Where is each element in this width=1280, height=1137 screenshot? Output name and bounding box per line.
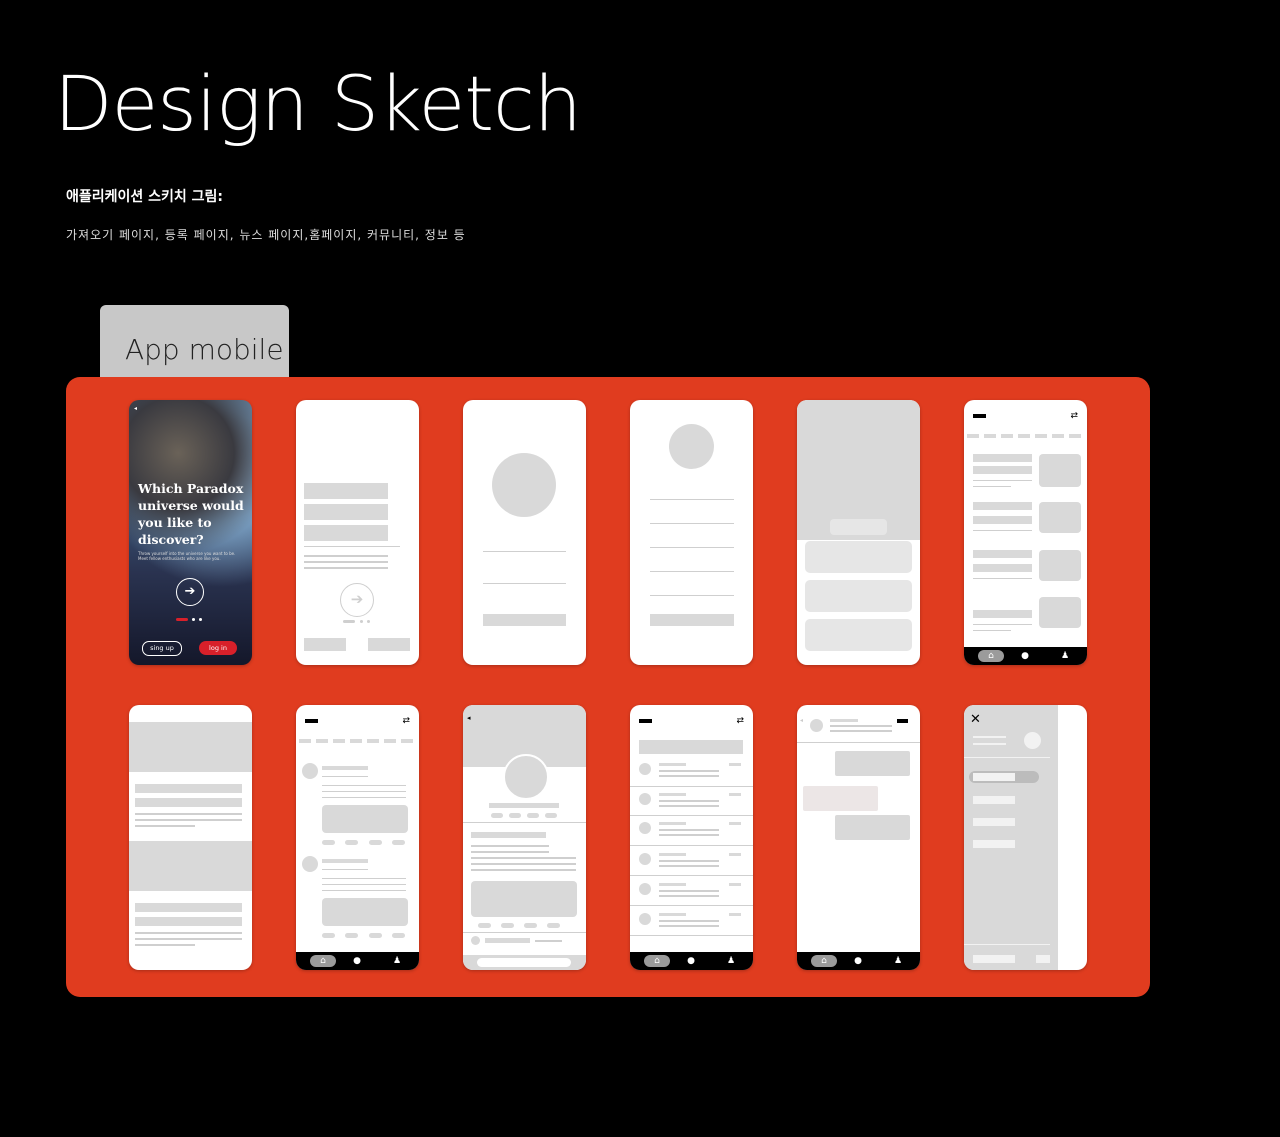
hero-body: Throw yourself into the universe you wan…	[138, 551, 236, 561]
search-input[interactable]	[639, 740, 743, 754]
menu-footer-item[interactable]	[1036, 955, 1050, 963]
phone-cards	[797, 400, 920, 665]
phone-profile-form	[630, 400, 753, 665]
chat-icon[interactable]: ●	[1020, 651, 1030, 661]
card[interactable]	[805, 541, 912, 573]
arrow-right-icon[interactable]: ➔	[340, 583, 374, 617]
chat-bubble-sent	[835, 815, 910, 840]
card[interactable]	[805, 580, 912, 612]
bottom-nav: ⌂ ● ♟	[296, 952, 419, 970]
hero-title: Which Paradox universe would you like to…	[138, 481, 244, 547]
filter-icon[interactable]: ⇄	[402, 716, 410, 726]
back-arrow-icon[interactable]: ◂	[800, 717, 803, 724]
avatar	[302, 856, 318, 872]
phone-article: ◂	[129, 705, 252, 970]
people-icon[interactable]: ♟	[726, 956, 736, 966]
phone-community: ⇄ ⌂ ● ♟	[296, 705, 419, 970]
back-arrow-icon[interactable]: ◂	[134, 405, 137, 412]
logo-placeholder	[305, 719, 318, 723]
button-placeholder[interactable]	[483, 614, 566, 626]
home-icon: ⌂	[988, 651, 994, 661]
people-icon[interactable]: ♟	[1060, 651, 1070, 661]
header-image	[129, 722, 252, 772]
logo-placeholder	[639, 719, 652, 723]
avatar	[1024, 732, 1041, 749]
input-field[interactable]	[304, 483, 388, 499]
avatar	[302, 763, 318, 779]
menu-item[interactable]	[973, 796, 1015, 804]
post-image[interactable]	[322, 805, 408, 833]
post-image[interactable]	[322, 898, 408, 926]
thumbnail[interactable]	[1039, 597, 1081, 628]
logo-placeholder	[973, 414, 986, 418]
phone-list: ⇄ ⌂ ● ♟	[630, 705, 753, 970]
people-icon[interactable]: ♟	[392, 956, 402, 966]
chat-bubble-received	[803, 786, 878, 811]
home-icon: ⌂	[654, 956, 660, 966]
tab-app-mobile[interactable]: App mobile	[100, 305, 289, 383]
avatar	[669, 424, 714, 469]
thumbnail[interactable]	[1039, 502, 1081, 533]
chat-icon[interactable]: ●	[686, 956, 696, 966]
section-description: 가져오기 페이지, 등록 페이지, 뉴스 페이지,홈페이지, 커뮤니티, 정보 …	[66, 228, 466, 242]
sketch-board: ◂ Which Paradox universe would you like …	[66, 377, 1150, 997]
card[interactable]	[805, 619, 912, 651]
bottom-nav: ⌂ ● ♟	[964, 647, 1087, 665]
phone-login	[463, 400, 586, 665]
button-placeholder[interactable]	[650, 614, 734, 626]
login-button[interactable]: log in	[199, 641, 237, 655]
back-arrow-icon[interactable]: ◂	[467, 714, 471, 722]
home-icon: ⌂	[821, 956, 827, 966]
button-placeholder[interactable]	[304, 638, 346, 651]
menu-item[interactable]	[973, 818, 1015, 826]
people-icon[interactable]: ♟	[893, 956, 903, 966]
home-icon: ⌂	[320, 956, 326, 966]
bottom-nav: ⌂ ● ♟	[630, 952, 753, 970]
input-field[interactable]	[304, 525, 388, 541]
button-placeholder[interactable]	[830, 519, 887, 535]
button-placeholder[interactable]	[368, 638, 410, 651]
chat-icon[interactable]: ●	[352, 956, 362, 966]
avatar	[492, 453, 556, 517]
comment-input[interactable]	[477, 958, 571, 967]
signup-button[interactable]: sing up	[142, 641, 182, 656]
tab-label: App mobile	[125, 333, 284, 366]
phone-signup: ➔	[296, 400, 419, 665]
bottom-nav: ⌂ ● ♟	[797, 952, 920, 970]
phone-user-profile: ◂	[463, 705, 586, 970]
filter-icon[interactable]: ⇄	[736, 716, 744, 726]
content-image	[129, 841, 252, 891]
menu-footer-item[interactable]	[973, 955, 1015, 963]
arrow-right-icon[interactable]: ➔	[176, 578, 204, 606]
section-subtitle: 애플리케이션 스키치 그림:	[66, 189, 224, 205]
menu-item[interactable]	[973, 840, 1015, 848]
input-field[interactable]	[304, 504, 388, 520]
chat-bubble-sent	[835, 751, 910, 776]
avatar	[810, 719, 823, 732]
phone-side-menu: ✕	[964, 705, 1087, 970]
phone-chat: ◂ ⌂ ● ♟	[797, 705, 920, 970]
filter-icon[interactable]: ⇄	[1070, 411, 1078, 421]
close-icon[interactable]: ✕	[970, 712, 981, 727]
chat-icon[interactable]: ●	[853, 956, 863, 966]
thumbnail[interactable]	[1039, 550, 1081, 581]
page-title: Design Sketch	[54, 59, 582, 148]
avatar	[503, 754, 549, 800]
phone-onboarding: ◂ Which Paradox universe would you like …	[129, 400, 252, 665]
phone-news: ⇄ ⌂ ● ♟	[964, 400, 1087, 665]
post-image[interactable]	[471, 881, 577, 917]
thumbnail[interactable]	[1039, 454, 1081, 487]
